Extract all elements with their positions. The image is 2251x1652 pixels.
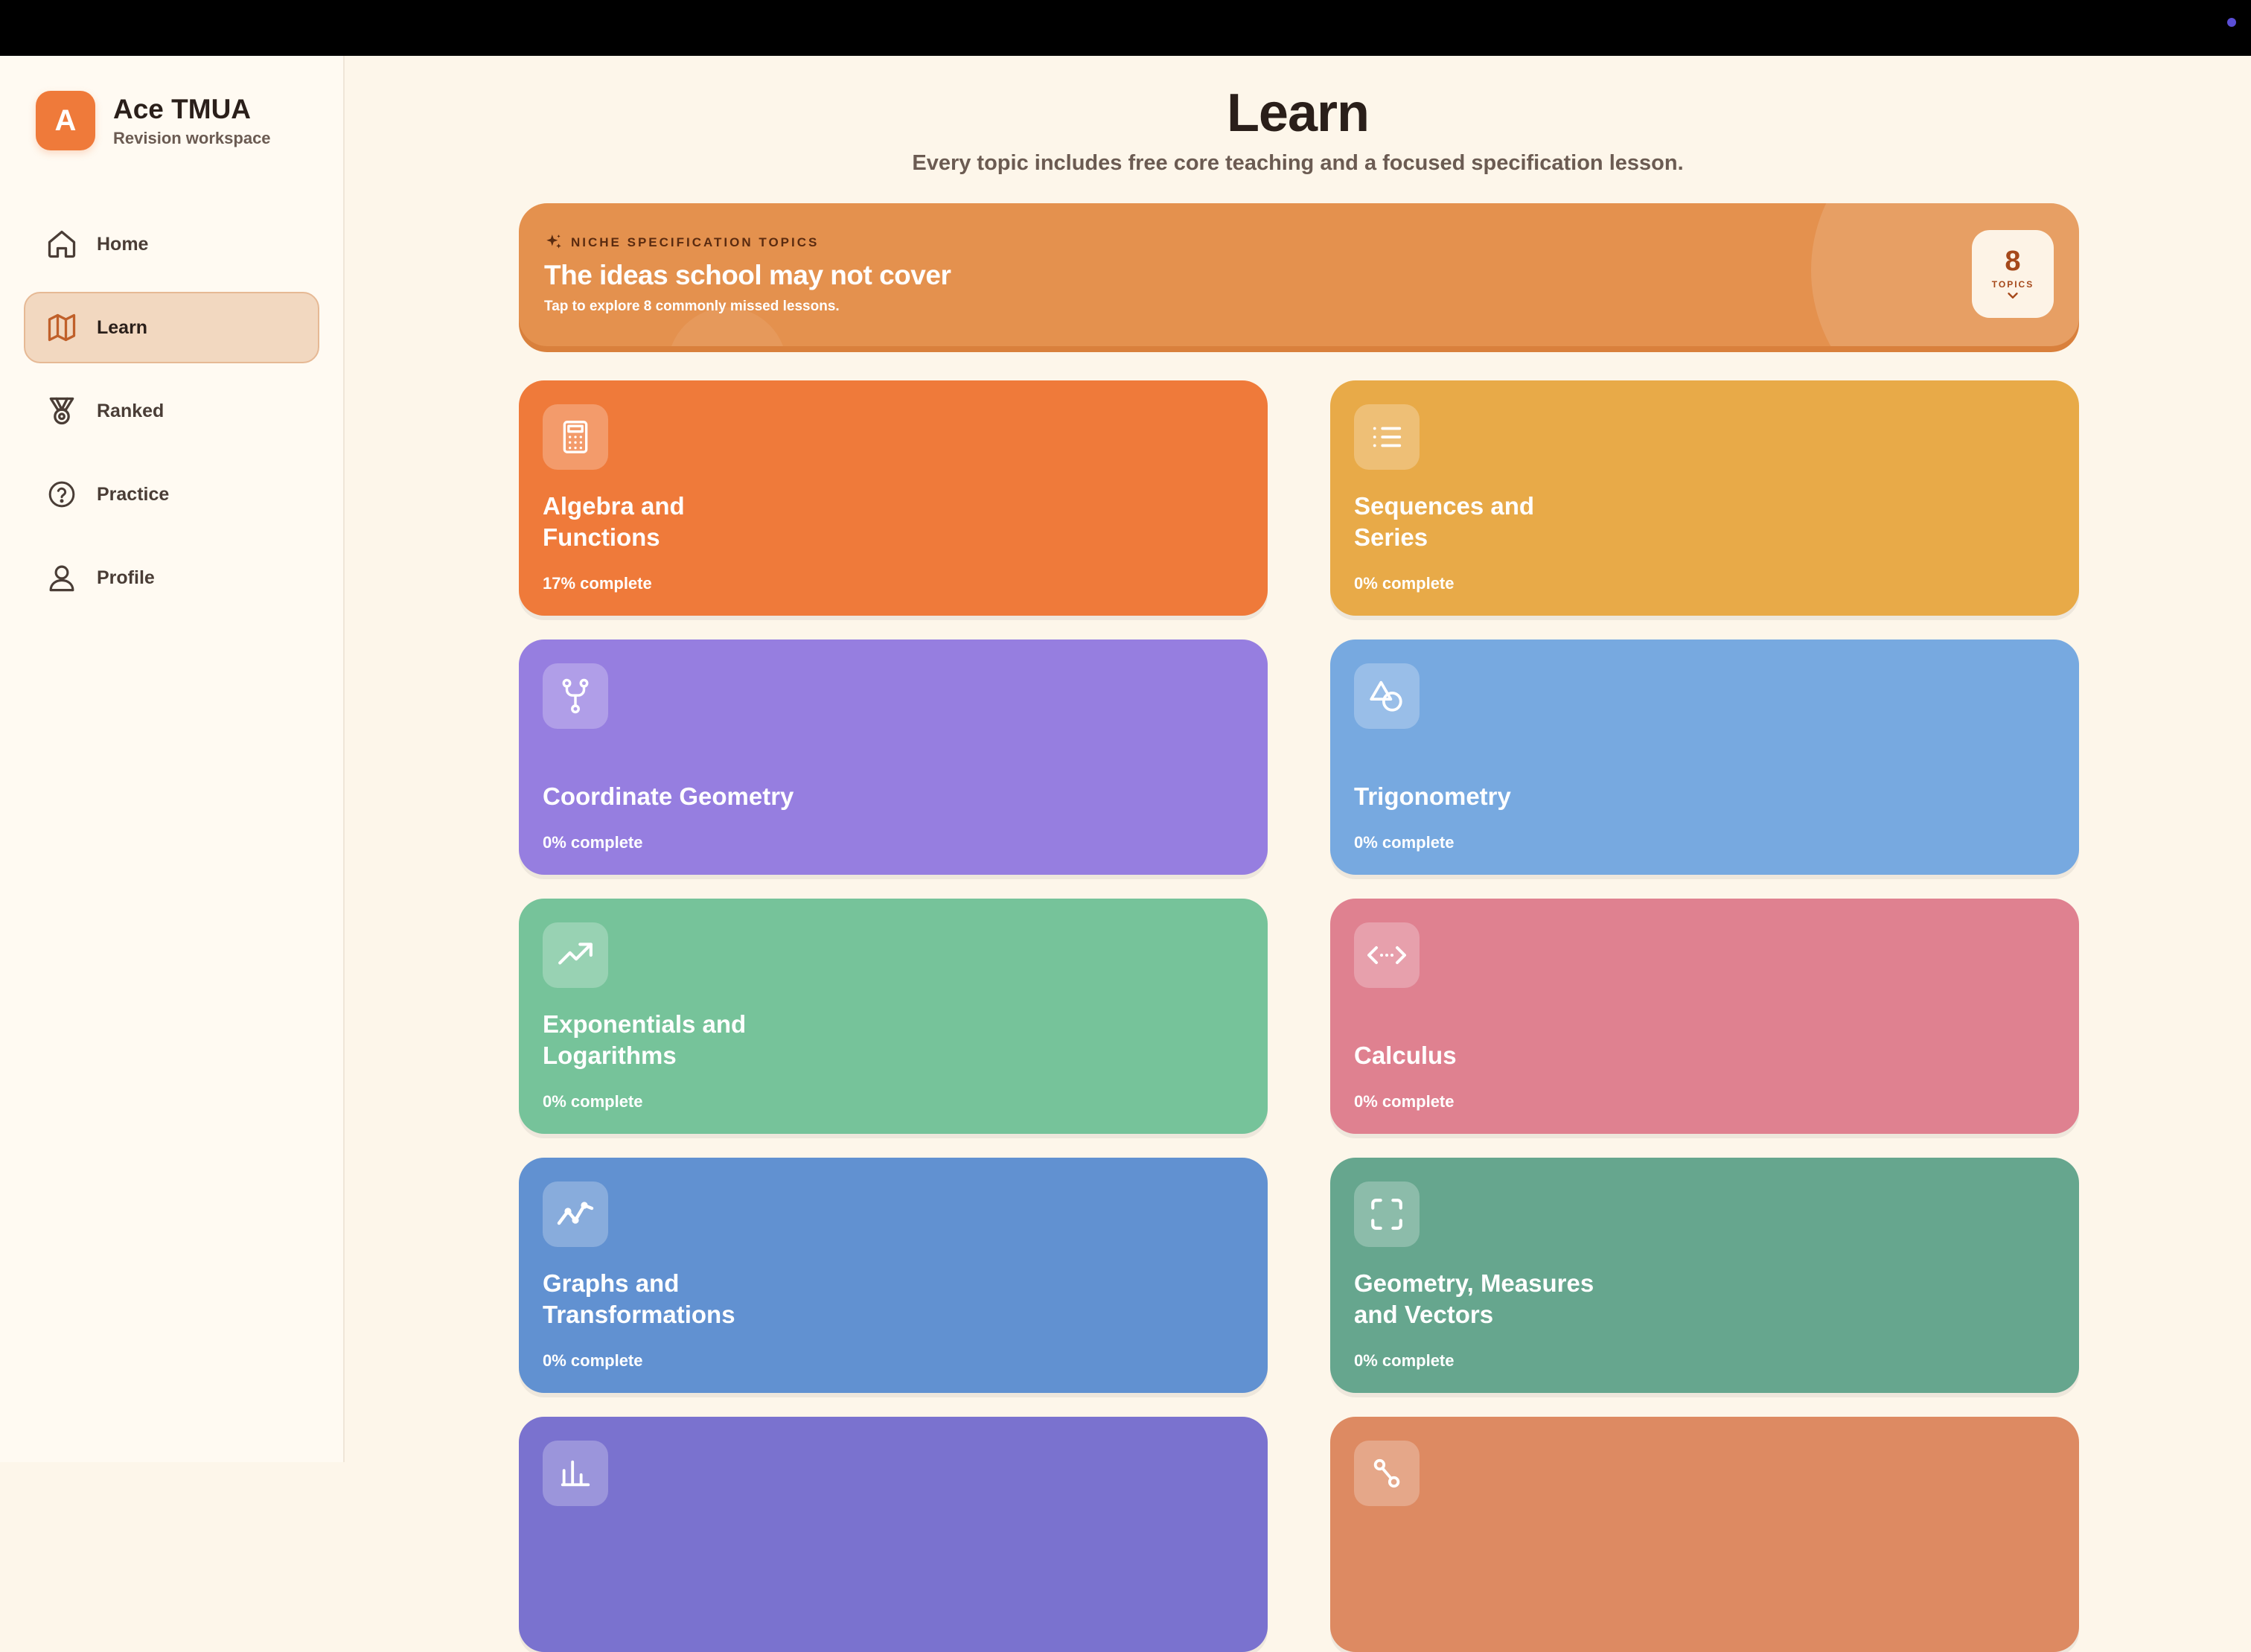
sidebar-item-learn[interactable]: Learn [24,292,319,363]
topic-progress: 0% complete [1354,833,1455,852]
window-top-bar [0,0,2251,56]
arrows-horizontal-icon [1354,922,1420,988]
line-chart-icon [543,1181,608,1247]
sidebar-item-label: Profile [97,567,155,588]
topics-label: TOPICS [1991,279,2034,290]
topic-progress: 0% complete [543,1092,643,1111]
topic-title: Sequences and Series [1354,492,1535,551]
chevron-down-icon [2008,293,2018,299]
topic-title: Calculus [1354,1042,1457,1069]
topic-title: Exponentials and Logarithms [543,1010,747,1069]
scan-icon [1354,1181,1420,1247]
banner-title: The ideas school may not cover [544,260,951,290]
topics-count: 8 [2005,246,2021,277]
nodes-icon [1354,1441,1420,1506]
fork-icon [543,663,608,729]
main-content: Learn Every topic includes free core tea… [345,56,2251,1652]
topic-progress: 0% complete [543,833,643,852]
banner-eyebrow-text: NICHE SPECIFICATION TOPICS [571,235,820,249]
topic-progress: 17% complete [543,574,652,593]
medal-icon [45,394,79,428]
topic-title: Geometry, Measures and Vectors [1354,1269,1594,1328]
sidebar-item-home[interactable]: Home [24,208,319,280]
sidebar-item-label: Home [97,233,149,255]
topic-card-exponentials-and-logarithms[interactable]: Exponentials and Logarithms 0% complete [519,899,1268,1134]
topics-count-badge[interactable]: 8 TOPICS [1972,230,2054,318]
topic-card-sequences-and-series[interactable]: Sequences and Series 0% complete [1330,380,2079,616]
sidebar: A Ace TMUA Revision workspace Home Learn [0,56,345,1462]
list-icon [1354,404,1420,470]
topic-title: Graphs and Transformations [543,1269,735,1328]
topic-card-algebra-and-functions[interactable]: Algebra and Functions 17% complete [519,380,1268,616]
bar-chart-icon [543,1441,608,1506]
banner-subtitle: Tap to explore 8 commonly missed lessons… [544,299,840,314]
topic-progress: 0% complete [1354,574,1455,593]
sidebar-item-practice[interactable]: Practice [24,459,319,530]
brand-logo: A [36,91,95,150]
home-icon [45,227,79,261]
map-icon [45,310,79,345]
sidebar-nav: Home Learn Ranked Practice Profile [24,208,319,625]
topic-grid: Algebra and Functions 17% complete Seque… [519,380,2079,1652]
sidebar-item-label: Learn [97,316,148,338]
topic-card-graphs-and-transformations[interactable]: Graphs and Transformations 0% complete [519,1158,1268,1393]
status-dot [2227,18,2236,27]
shapes-icon [1354,663,1420,729]
sparkles-icon [546,235,561,249]
topic-title: Algebra and Functions [543,492,685,551]
topic-card-geometry-measures-and-vectors[interactable]: Geometry, Measures and Vectors 0% comple… [1330,1158,2079,1393]
page-title: Learn [1226,83,1370,143]
topic-card-partial[interactable] [1330,1417,2079,1652]
topic-card-trigonometry[interactable]: Trigonometry 0% complete [1330,640,2079,875]
sidebar-item-label: Ranked [97,400,165,421]
trending-up-icon [543,922,608,988]
topic-card-coordinate-geometry[interactable]: Coordinate Geometry 0% complete [519,640,1268,875]
brand[interactable]: A Ace TMUA Revision workspace [36,91,271,150]
topic-title: Coordinate Geometry [543,782,794,810]
calculator-icon [543,404,608,470]
topic-card-calculus[interactable]: Calculus 0% complete [1330,899,2079,1134]
niche-topics-banner[interactable]: NICHE SPECIFICATION TOPICS The ideas sch… [519,203,2079,346]
user-icon [45,561,79,595]
app-subtitle: Revision workspace [113,129,271,147]
topic-card-partial[interactable] [519,1417,1268,1652]
sidebar-item-ranked[interactable]: Ranked [24,375,319,447]
topic-progress: 0% complete [1354,1351,1455,1370]
sidebar-item-label: Practice [97,483,170,505]
topic-progress: 0% complete [1354,1092,1455,1111]
topic-title: Trigonometry [1354,782,1511,810]
question-circle-icon [45,477,79,511]
banner-eyebrow: NICHE SPECIFICATION TOPICS [544,233,819,252]
sidebar-item-profile[interactable]: Profile [24,542,319,613]
page-subtitle: Every topic includes free core teaching … [912,151,1684,175]
app-title: Ace TMUA [113,94,252,124]
topic-progress: 0% complete [543,1351,643,1370]
